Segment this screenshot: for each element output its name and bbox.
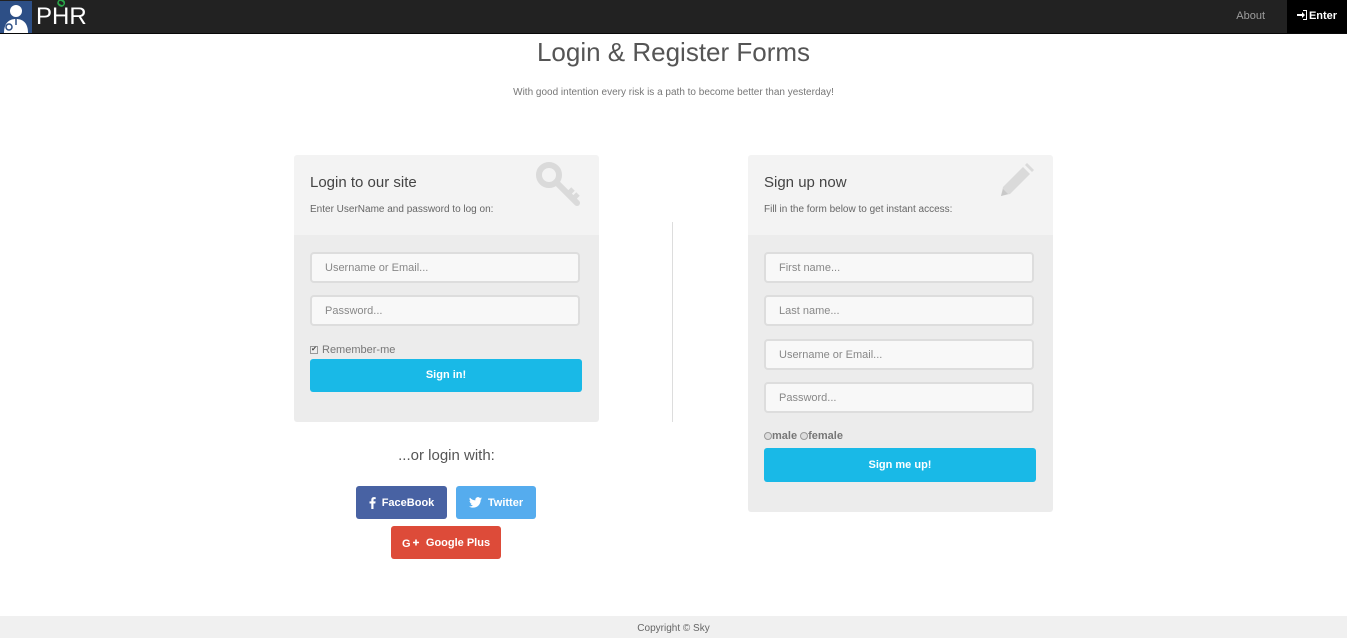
doctor-logo-icon [0,0,32,33]
key-icon [535,161,581,212]
signup-password-input[interactable] [764,382,1034,413]
remember-checkbox[interactable]: ✔ [310,346,318,354]
last-name-input[interactable] [764,295,1034,326]
twitter-label: Twitter [487,496,524,509]
signup-title: Sign up now [764,174,847,191]
brand[interactable]: PHR on [0,0,87,33]
facebook-label: FaceBook [381,496,435,509]
twitter-icon [468,497,482,508]
signup-form: Sign up now Fill in the form below to ge… [748,155,1053,512]
copyright: Copyright © Sky [637,623,710,634]
page-title: Login & Register Forms [536,37,811,67]
page-subtitle: With good intention every risk is a path… [513,87,834,98]
login-username-input[interactable] [310,252,580,283]
signup-form-body: male female Sign me up! [748,235,1053,512]
login-password-input[interactable] [310,295,580,326]
login-form-body: ✔ Remember-me Sign in! [294,235,599,422]
remember-label: Remember-me [322,344,396,356]
signup-username-input[interactable] [764,339,1034,370]
sign-in-icon [1296,10,1307,20]
social-login-heading: ...or login with: [398,447,495,464]
login-title: Login to our site [310,174,417,191]
vertical-divider [672,222,673,422]
signup-description: Fill in the form below to get instant ac… [764,204,953,215]
nav-enter-label: Enter [1308,10,1338,22]
female-radio[interactable] [800,432,809,440]
nav-enter-link[interactable]: Enter [1287,0,1347,33]
signup-form-header: Sign up now Fill in the form below to ge… [748,155,1053,235]
top-navbar: PHR on About Enter [0,0,1347,34]
twitter-login-button[interactable]: Twitter [456,486,536,519]
pencil-icon [995,162,1035,207]
nav-about-link[interactable]: About [1224,0,1277,33]
female-label: female [808,430,843,442]
google-plus-login-button[interactable]: G Google Plus [391,526,501,559]
login-description: Enter UserName and password to log on: [310,204,494,215]
facebook-login-button[interactable]: FaceBook [356,486,447,519]
first-name-input[interactable] [764,252,1034,283]
sign-up-button[interactable]: Sign me up! [764,448,1036,482]
svg-text:G: G [402,538,411,548]
login-form: Login to our site Enter UserName and pas… [294,155,599,422]
google-plus-icon: G [402,538,419,548]
login-form-header: Login to our site Enter UserName and pas… [294,155,599,235]
male-radio[interactable] [764,432,772,440]
footer: Copyright © Sky [0,616,1347,638]
gender-options: male female [764,430,843,442]
male-label: male [772,430,798,442]
remember-me[interactable]: ✔ Remember-me [310,344,395,356]
sign-in-button[interactable]: Sign in! [310,359,582,392]
facebook-icon [369,496,376,509]
google-plus-label: Google Plus [425,536,491,549]
